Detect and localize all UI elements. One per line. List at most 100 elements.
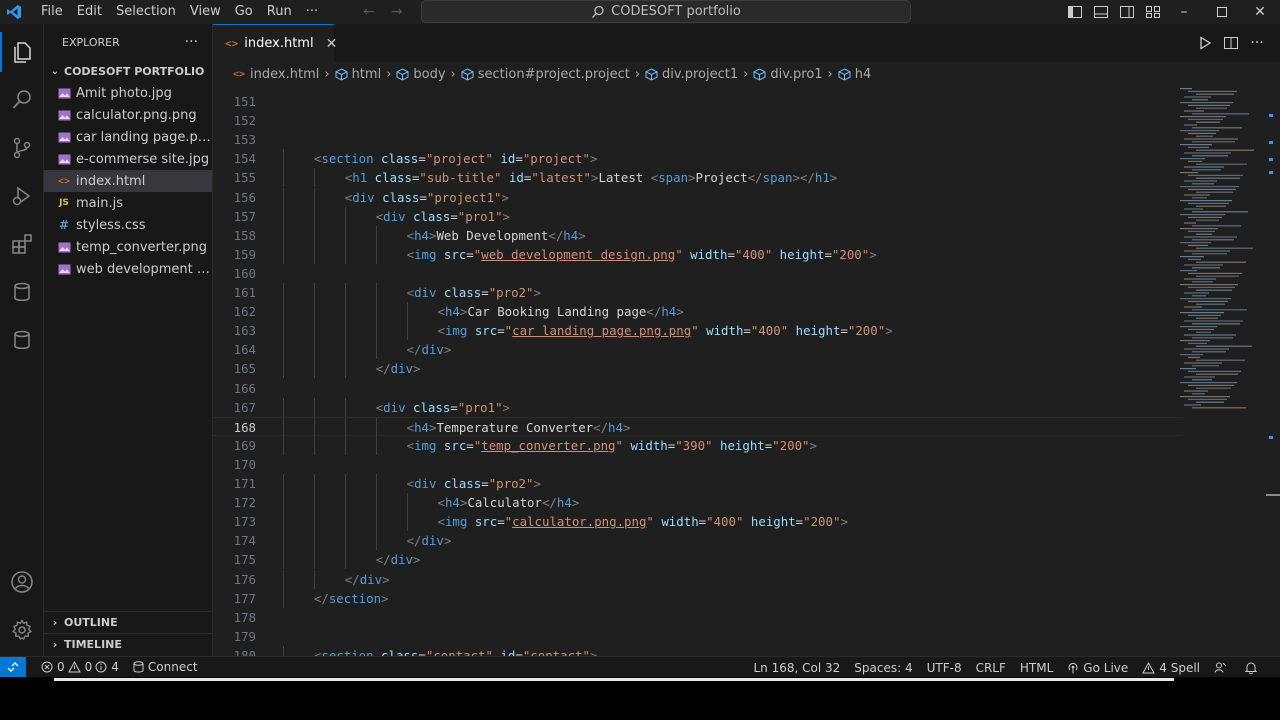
tab-index-html[interactable]: <> index.html ✕ (213, 24, 337, 62)
file-item[interactable]: JS main.js (44, 192, 212, 214)
database-icon[interactable] (0, 272, 44, 312)
code-line[interactable]: 175 </div> (213, 550, 1183, 570)
breadcrumb-item[interactable]: section#project.project (461, 67, 630, 82)
menu-file[interactable]: File (34, 0, 70, 24)
minimize-icon[interactable]: – (1165, 0, 1203, 24)
file-item[interactable]: <> index.html (44, 170, 212, 192)
menu-view[interactable]: View (183, 0, 228, 24)
timeline-section[interactable]: › TIMELINE (44, 633, 213, 655)
breadcrumb-item[interactable]: h4 (838, 67, 871, 82)
breadcrumb-item[interactable]: <> index.html (233, 67, 319, 82)
run-play-icon[interactable] (1197, 35, 1213, 51)
code-line[interactable]: 178 (213, 608, 1183, 627)
code-line[interactable]: 163 <img src="car landing page.png.png" w… (213, 321, 1183, 341)
code-line[interactable]: 160 (213, 264, 1183, 283)
code-line[interactable]: 165 </div> (213, 359, 1183, 379)
close-icon[interactable]: ✕ (326, 36, 338, 52)
code-line[interactable]: 177 </section> (213, 588, 1183, 608)
notifications-bell-icon[interactable] (1238, 661, 1268, 674)
code-line[interactable]: 164 </div> (213, 340, 1183, 360)
code-line[interactable]: 180 <section class="contact" id="contact"… (213, 645, 1183, 656)
toggle-secondary-sidebar-icon[interactable] (1119, 4, 1135, 20)
line-number: 160 (233, 265, 256, 281)
code-line[interactable]: 153 (213, 130, 1183, 149)
file-item[interactable]: e-commerse site.jpg (44, 148, 212, 170)
source-control-icon[interactable] (0, 128, 44, 168)
settings-gear-icon[interactable] (0, 610, 44, 650)
code-line[interactable]: 154 <section class="project" id="project"… (213, 149, 1183, 169)
language-mode[interactable]: HTML (1013, 661, 1060, 675)
outline-section[interactable]: › OUTLINE (44, 611, 213, 633)
code-line[interactable]: 155 <h1 class="sub-title" id="latest">Lat… (213, 168, 1183, 188)
menu-selection[interactable]: Selection (109, 0, 183, 24)
code-line[interactable]: 172 <h4>Calculator</h4> (213, 493, 1183, 513)
breadcrumb-item[interactable]: div.pro1 (753, 67, 823, 82)
toggle-primary-sidebar-icon[interactable] (1067, 4, 1083, 20)
code-token: < (437, 514, 445, 530)
command-center-search[interactable]: CODESOFT portfolio (421, 0, 911, 23)
code-line[interactable]: 156 <div class="project1"> (213, 187, 1183, 207)
code-line[interactable]: 167 <div class="pro1"> (213, 397, 1183, 417)
cursor-position[interactable]: Ln 168, Col 32 (747, 661, 848, 675)
code-line[interactable]: 157 <div class="pro1"> (213, 206, 1183, 226)
file-item[interactable]: temp_converter.png (44, 236, 212, 258)
code-line[interactable]: 168 <h4>Temperature Converter</h4> (213, 416, 1183, 437)
code-line[interactable]: 173 <img src="calculator.png.png" width="… (213, 512, 1183, 532)
file-item[interactable]: calculator.png.png (44, 104, 212, 126)
run-and-debug-icon[interactable] (0, 176, 44, 216)
code-line[interactable]: 158 <h4>Web Development</h4> (213, 225, 1183, 245)
file-item[interactable]: Amit photo.jpg (44, 82, 212, 104)
customize-layout-icon[interactable] (1145, 4, 1161, 20)
explorer-files-icon[interactable] (0, 32, 44, 72)
account-icon[interactable] (0, 562, 44, 602)
breadcrumb-item[interactable]: html (335, 67, 381, 82)
remote-window-icon[interactable] (0, 656, 26, 678)
close-window-icon[interactable]: ✕ (1241, 0, 1279, 24)
maximize-icon[interactable] (1203, 0, 1241, 24)
code-line[interactable]: 174 </div> (213, 531, 1183, 551)
code-line[interactable]: 176 </div> (213, 569, 1183, 589)
code-line[interactable]: 171 <div class="pro2"> (213, 474, 1183, 494)
folder-codesoft-portfolio[interactable]: ⌄ CODESOFT PORTFOLIO (44, 60, 212, 82)
file-item[interactable]: web development design.png (44, 258, 212, 280)
toggle-panel-icon[interactable] (1093, 4, 1109, 20)
file-item[interactable]: car landing page.png.png (44, 126, 212, 148)
spell-check-status[interactable]: 4 Spell (1135, 661, 1207, 675)
code-line[interactable]: 161 <div class="pro2"> (213, 283, 1183, 303)
code-line[interactable]: 170 (213, 455, 1183, 474)
indentation-status[interactable]: Spaces: 4 (847, 661, 919, 675)
breadcrumb-item[interactable]: body (396, 67, 446, 82)
code-line[interactable]: 151 (213, 92, 1183, 111)
breadcrumb-item[interactable]: div.project1 (645, 67, 738, 82)
accounts-feedback-icon[interactable] (1207, 661, 1238, 674)
menu-run[interactable]: Run (260, 0, 299, 24)
menu-more[interactable]: ··· (299, 0, 325, 24)
menu-edit[interactable]: Edit (70, 0, 109, 24)
eol-status[interactable]: CRLF (969, 661, 1013, 675)
split-editor-icon[interactable] (1223, 35, 1239, 51)
database-connection-icon[interactable] (0, 320, 44, 360)
back-arrow-icon[interactable]: ← (355, 4, 383, 20)
connect-button[interactable]: Connect (126, 660, 205, 674)
extensions-icon[interactable] (0, 224, 44, 264)
code-editor[interactable]: 151 152 153 154 <section class="project" id=… (213, 92, 1280, 656)
forward-arrow-icon[interactable]: → (383, 4, 411, 20)
code-text: <section class="project" id="project"> (314, 149, 598, 168)
minimap[interactable] (1176, 86, 1266, 436)
go-live-button[interactable]: Go Live (1060, 661, 1135, 675)
search-icon[interactable] (0, 80, 44, 120)
code-line[interactable]: 169 <img src="temp_converter.png" width="… (213, 435, 1183, 455)
problems-status[interactable]: 0 0 4 (34, 660, 126, 674)
minimap-line (1188, 174, 1243, 176)
code-line[interactable]: 159 <img src="web development design.png"… (213, 244, 1183, 264)
file-item[interactable]: # styless.css (44, 214, 212, 236)
explorer-more-actions-icon[interactable]: ··· (185, 34, 198, 50)
encoding-status[interactable]: UTF-8 (920, 661, 969, 675)
vertical-scrollbar[interactable] (1266, 86, 1280, 656)
code-line[interactable]: 162 <h4>Car Booking Landing page</h4> (213, 302, 1183, 322)
code-line[interactable]: 179 (213, 627, 1183, 646)
menu-go[interactable]: Go (228, 0, 260, 24)
more-actions-icon[interactable]: ··· (1249, 35, 1265, 51)
code-line[interactable]: 152 (213, 111, 1183, 130)
code-line[interactable]: 166 (213, 379, 1183, 398)
